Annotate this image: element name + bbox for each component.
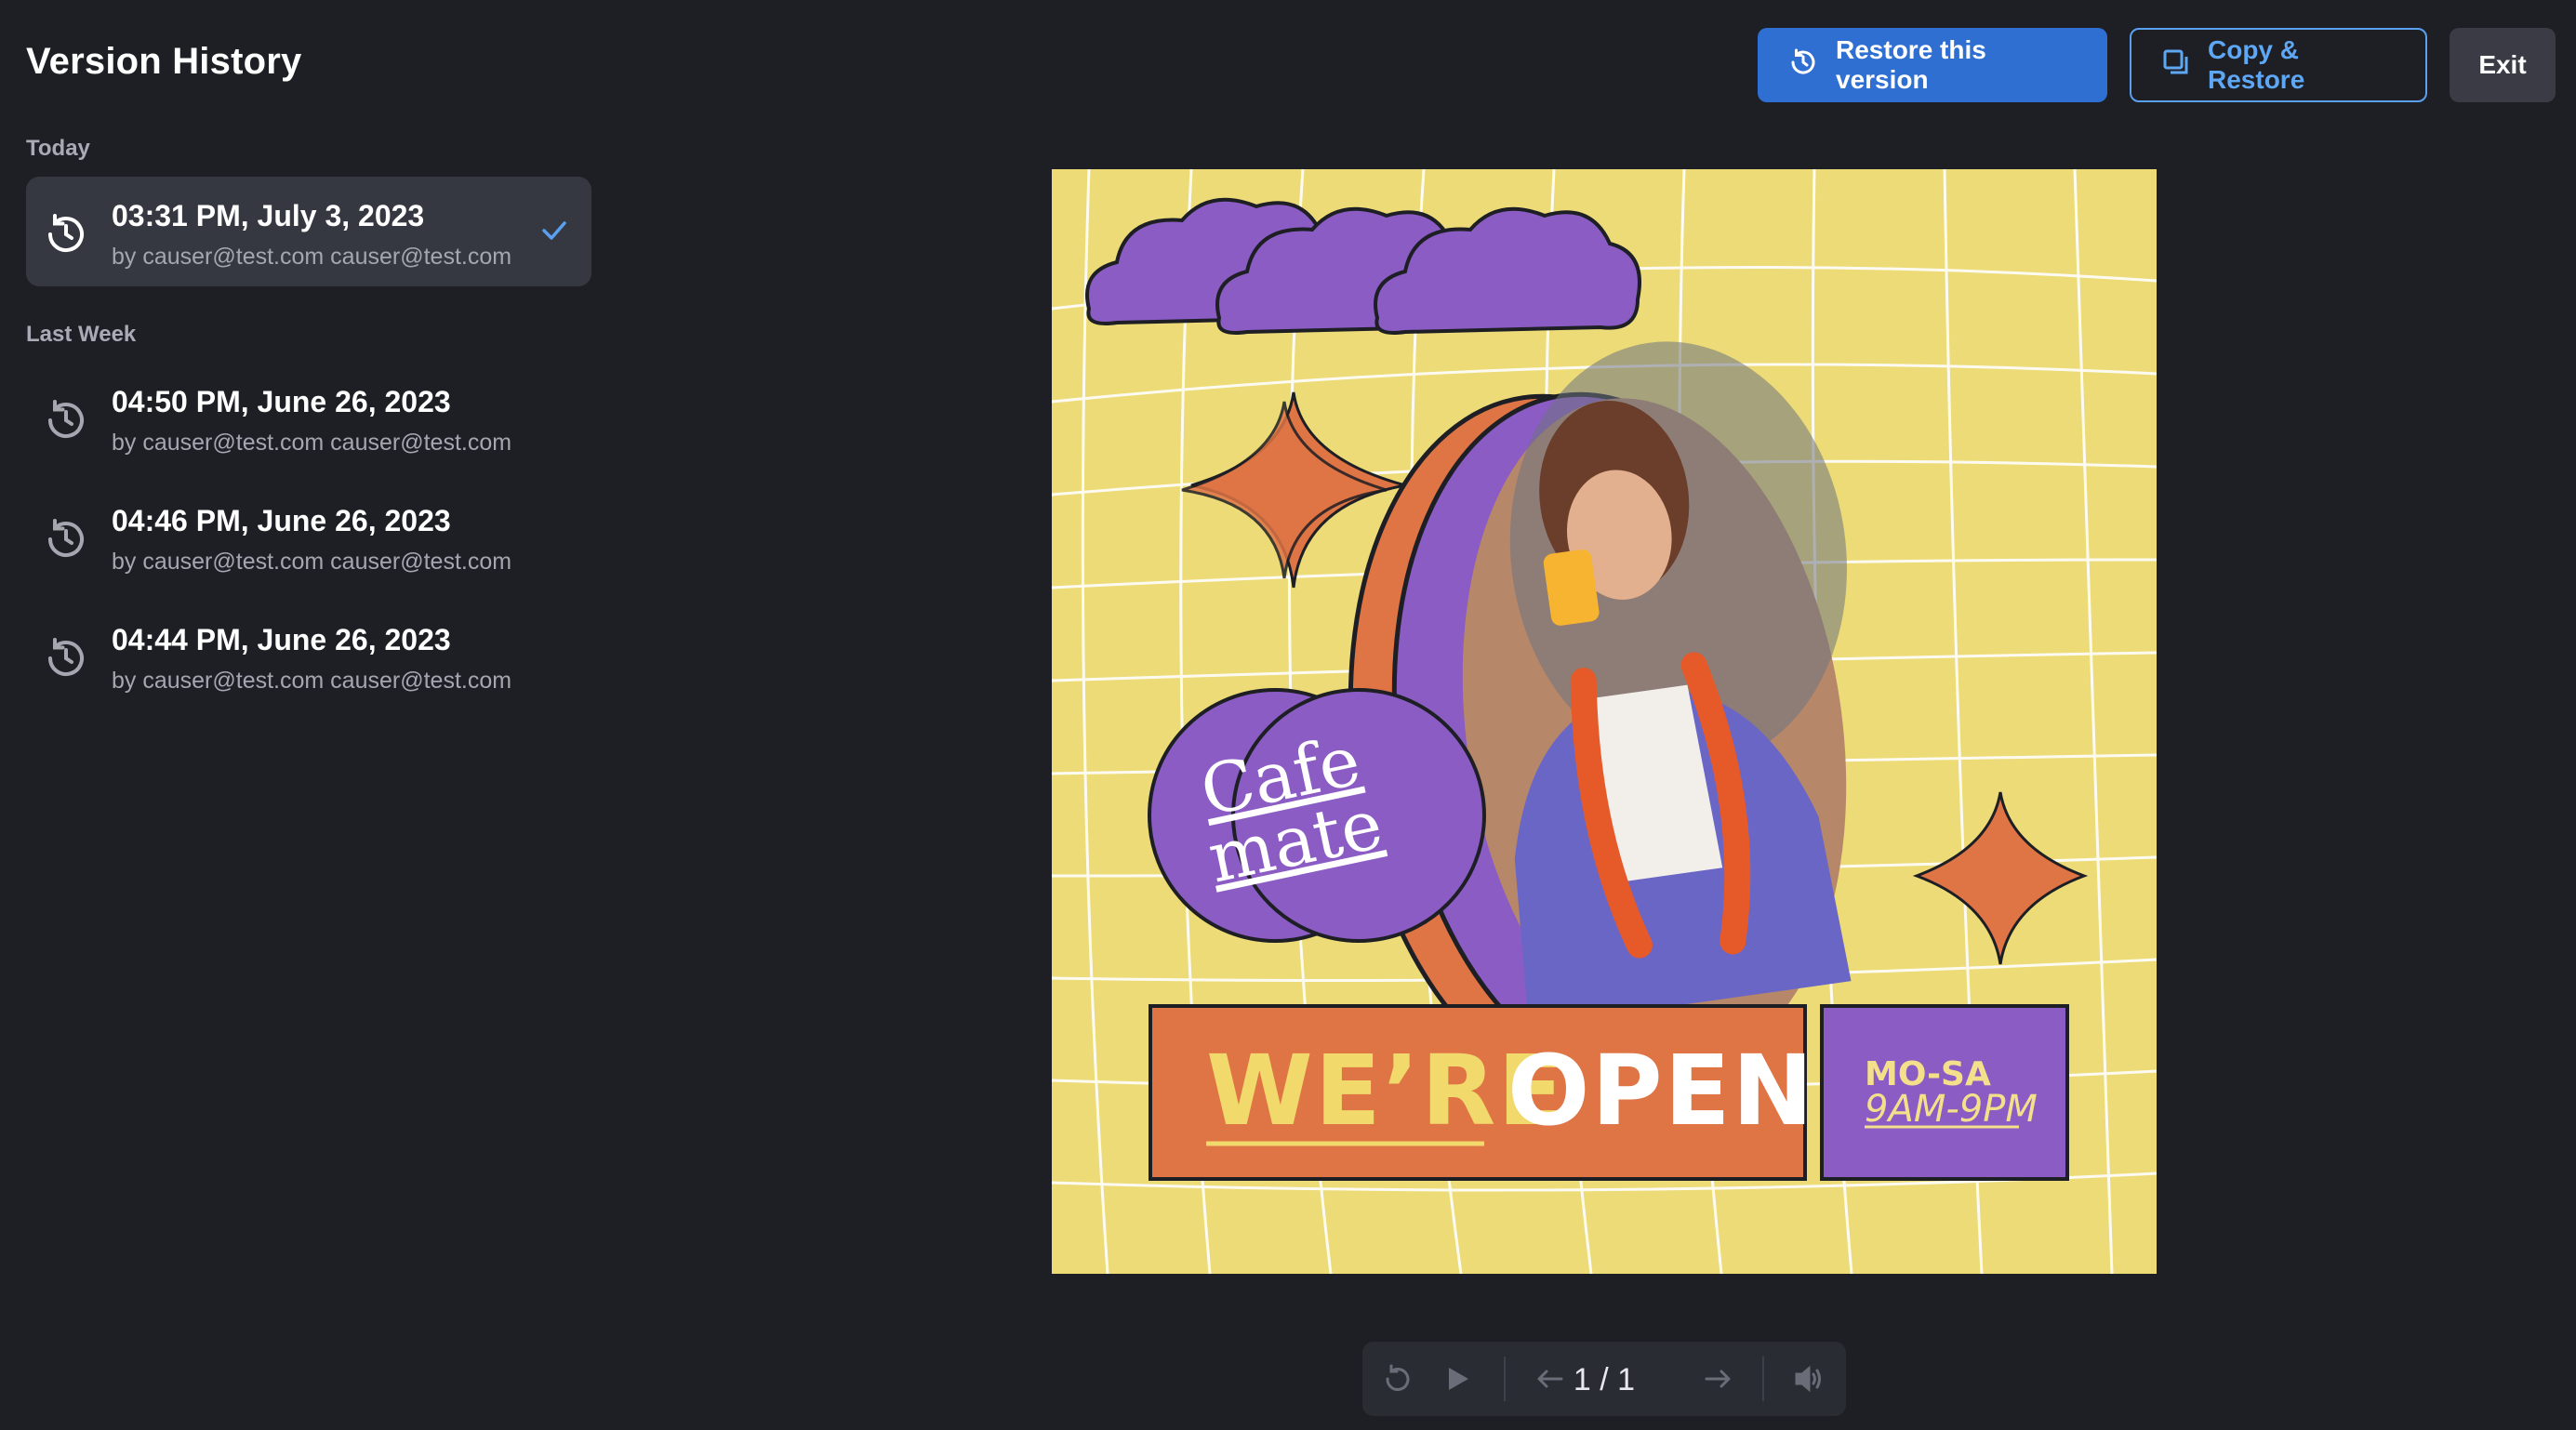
toolbar: Restore this version Copy & Restore Exit (1758, 28, 2556, 102)
page-title: Version History (26, 41, 302, 82)
version-item[interactable]: 04:50 PM, June 26, 2023 by causer@test.c… (26, 363, 591, 472)
version-timestamp: 04:46 PM, June 26, 2023 (112, 504, 451, 537)
restore-version-button[interactable]: Restore this version (1758, 28, 2107, 102)
opening-hours: 9AM-9PM (1865, 1088, 2038, 1131)
copy-icon (2161, 47, 2191, 84)
version-author: by causer@test.com causer@test.com (112, 549, 512, 575)
playback-controls: 1 / 1 (1362, 1342, 1846, 1416)
arrow-right-icon[interactable] (1701, 1362, 1734, 1396)
exit-button[interactable]: Exit (2450, 28, 2556, 102)
section-label-last-week: Last Week (26, 322, 137, 347)
history-icon (48, 400, 84, 439)
divider (1762, 1357, 1764, 1401)
section-label-today: Today (26, 136, 90, 161)
volume-icon[interactable] (1792, 1362, 1826, 1396)
version-item[interactable]: 04:44 PM, June 26, 2023 by causer@test.c… (26, 601, 591, 710)
design-canvas: Cafe mate WE’RE OPEN MO-SA 9AM-9PM (1052, 169, 2157, 1274)
page-indicator: 1 / 1 (1573, 1362, 1636, 1397)
version-item[interactable]: 03:31 PM, July 3, 2023 by causer@test.co… (26, 177, 591, 286)
history-icon (48, 214, 84, 253)
copy-restore-button[interactable]: Copy & Restore (2130, 28, 2427, 102)
version-timestamp: 04:50 PM, June 26, 2023 (112, 385, 451, 418)
restore-version-label: Restore this version (1836, 35, 1986, 94)
restore-history-icon (1787, 46, 1819, 85)
version-author: by causer@test.com causer@test.com (112, 668, 512, 694)
version-item[interactable]: 04:46 PM, June 26, 2023 by causer@test.c… (26, 482, 591, 591)
history-icon (48, 638, 84, 677)
sparkle-star-right (1912, 791, 2089, 965)
banner-open: OPEN (1507, 1034, 1815, 1147)
version-timestamp: 04:44 PM, June 26, 2023 (112, 623, 451, 656)
version-author: by causer@test.com causer@test.com (112, 430, 512, 456)
version-author: by causer@test.com causer@test.com (112, 244, 512, 270)
check-icon (542, 221, 566, 240)
version-timestamp: 03:31 PM, July 3, 2023 (112, 199, 425, 232)
clouds (1085, 197, 1641, 335)
history-icon (48, 519, 84, 558)
copy-restore-label: Copy & Restore (2208, 35, 2305, 94)
